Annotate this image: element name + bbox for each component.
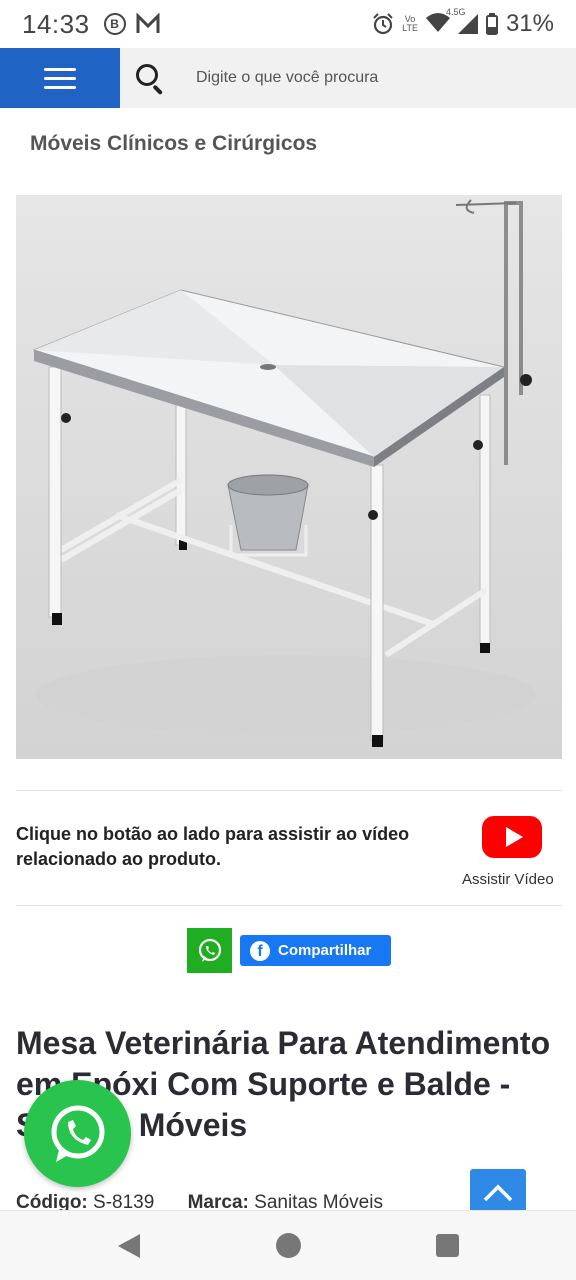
- search-input[interactable]: [196, 69, 556, 87]
- divider: [16, 790, 562, 791]
- hamburger-icon: [44, 62, 76, 95]
- youtube-icon[interactable]: [482, 816, 542, 858]
- alarm-icon: [373, 13, 393, 35]
- facebook-icon: f: [250, 940, 270, 961]
- menu-button[interactable]: [0, 48, 120, 108]
- battery-level: 31%: [505, 10, 554, 37]
- search-icon[interactable]: [134, 62, 166, 95]
- category-breadcrumb[interactable]: Móveis Clínicos e Cirúrgicos: [30, 132, 317, 156]
- m-app-icon: [136, 13, 160, 33]
- facebook-share-label: Compartilhar: [278, 942, 372, 959]
- signal-icon: [457, 14, 478, 34]
- whatsapp-icon: [51, 1105, 104, 1162]
- floating-whatsapp-button[interactable]: [24, 1080, 131, 1187]
- site-header: [0, 48, 576, 108]
- network-type: 4.5G: [445, 6, 466, 17]
- home-icon[interactable]: [276, 1233, 301, 1258]
- product-image[interactable]: [16, 195, 562, 759]
- b-circle-icon: B: [103, 13, 126, 35]
- whatsapp-icon: [198, 938, 221, 962]
- volte-icon: Vo LTE: [402, 14, 418, 33]
- android-nav-bar: [0, 1210, 576, 1280]
- recent-apps-icon[interactable]: [436, 1234, 459, 1257]
- battery-icon: [485, 13, 498, 35]
- facebook-share-button[interactable]: f Compartilhar: [240, 935, 391, 966]
- back-icon[interactable]: [118, 1234, 140, 1258]
- whatsapp-share-button[interactable]: [187, 928, 232, 973]
- video-prompt-text: Clique no botão ao lado para assistir ao…: [16, 824, 410, 869]
- divider: [16, 905, 562, 906]
- chevron-up-icon: [483, 1184, 513, 1202]
- watch-video-link[interactable]: Assistir Vídeo: [462, 871, 554, 888]
- status-time: 14:33: [22, 8, 90, 39]
- status-bar: 14:33 B Vo LTE 4.5G 31%: [0, 0, 576, 48]
